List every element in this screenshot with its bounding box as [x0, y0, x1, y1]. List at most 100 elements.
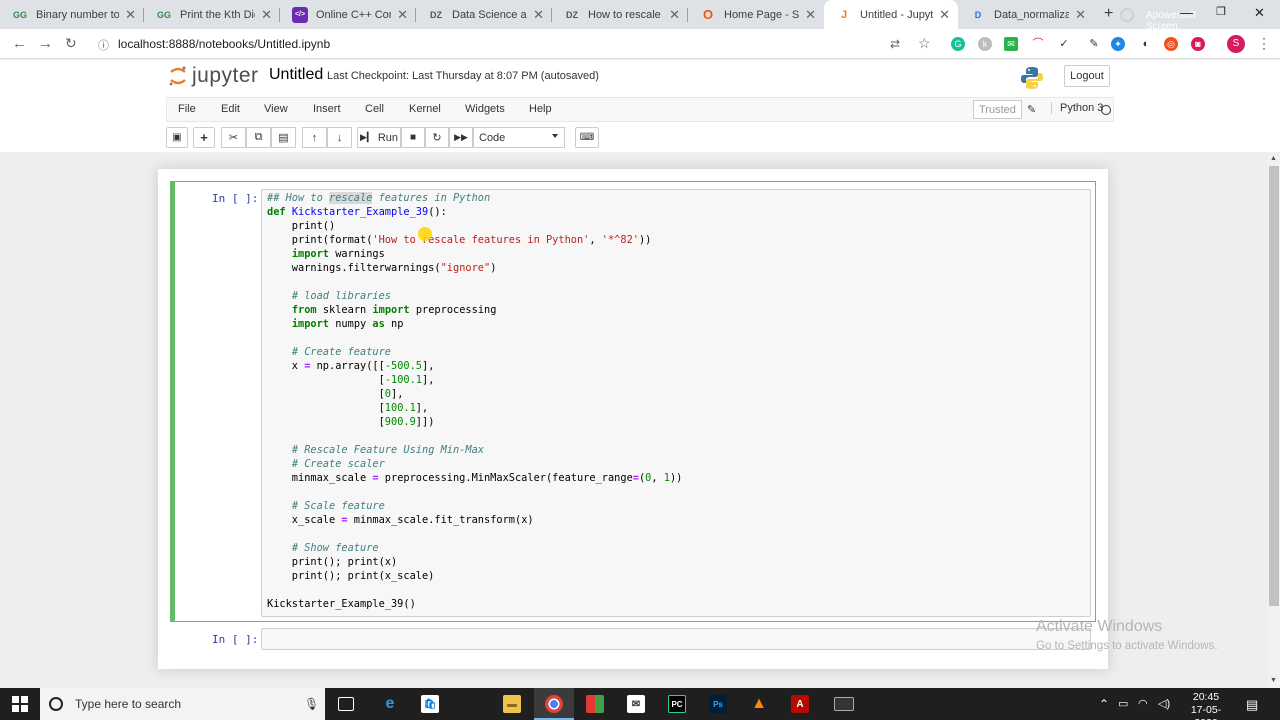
trusted-indicator[interactable]: Trusted [973, 100, 1022, 119]
menu-help[interactable]: Help [529, 103, 552, 115]
close-tab-icon[interactable]: ✕ [533, 7, 544, 23]
extension-icon[interactable]: ◐ [1139, 37, 1153, 51]
code-line[interactable] [267, 331, 682, 345]
code-line[interactable]: def Kickstarter_Example_39(): [267, 205, 682, 219]
code-line[interactable]: print(format('How to rescale features in… [267, 233, 682, 247]
extension-icon[interactable]: k [978, 37, 992, 51]
code-line[interactable]: from sklearn import preprocessing [267, 303, 682, 317]
code-line[interactable]: warnings.filterwarnings("ignore") [267, 261, 682, 275]
back-icon[interactable]: ← [12, 35, 27, 52]
close-tab-icon[interactable]: ✕ [805, 7, 816, 23]
maximize-icon[interactable]: ❐ [1216, 5, 1226, 18]
restart-button[interactable]: ↻ [425, 127, 449, 148]
code-line[interactable] [267, 583, 682, 597]
menu-cell[interactable]: Cell [365, 103, 384, 115]
app-icon[interactable] [586, 695, 604, 713]
code-line[interactable] [267, 275, 682, 289]
code-line[interactable]: ## How to rescale features in Python [267, 191, 682, 205]
restart-run-all-button[interactable]: ▶▶ [449, 127, 473, 148]
extension-icon[interactable]: ⌒ [1031, 37, 1045, 51]
browser-tab[interactable]: DZ Data Science and M ✕ [416, 0, 552, 29]
run-button[interactable]: ▶▎ Run [357, 127, 401, 148]
extension-icon[interactable]: ✦ [1111, 37, 1125, 51]
browser-tab[interactable]: D Data_normalization ✕ [958, 0, 1094, 29]
logout-button[interactable]: Logout [1064, 65, 1110, 87]
tray-chevron-up-icon[interactable]: ⌃ [1099, 697, 1109, 711]
url-field[interactable]: localhost:8888/notebooks/Untitled.ipynb [118, 37, 330, 51]
profile-avatar[interactable]: S [1227, 35, 1245, 53]
browser-tab[interactable]: GG Print the Kth Digit ✕ [144, 0, 280, 29]
scrollbar-thumb[interactable] [1269, 166, 1279, 606]
close-tab-icon[interactable]: ✕ [669, 7, 680, 23]
code-line[interactable]: # load libraries [267, 289, 682, 303]
instagram-icon[interactable]: ◙ [1191, 37, 1205, 51]
close-window-icon[interactable]: ✕ [1254, 5, 1265, 21]
battery-icon[interactable]: ▭ [1118, 697, 1128, 710]
code-line[interactable]: print(); print(x) [267, 555, 682, 569]
site-info-icon[interactable]: ⓘ [98, 37, 109, 53]
minimize-icon[interactable]: — [1180, 5, 1193, 20]
close-tab-icon[interactable]: ✕ [397, 7, 408, 23]
edit-pencil-icon[interactable]: ✎ [1027, 103, 1036, 116]
empty-code-editor[interactable] [261, 628, 1091, 650]
browser-tab[interactable]: GG Binary number to c ✕ [0, 0, 144, 29]
grammarly-icon[interactable]: G [951, 37, 965, 51]
code-content[interactable]: ## How to rescale features in Python def … [267, 191, 682, 611]
scroll-down-icon[interactable]: ▼ [1270, 677, 1277, 684]
close-tab-icon[interactable]: ✕ [939, 7, 950, 23]
file-explorer-icon[interactable]: ▬ [503, 695, 521, 713]
code-line[interactable]: # Rescale Feature Using Min-Max [267, 443, 682, 457]
jupyter-logo[interactable]: jupyter [168, 64, 259, 88]
extension-icon[interactable]: ✎ [1087, 37, 1101, 51]
microphone-icon[interactable]: 🎙 [304, 697, 319, 711]
terminal-icon[interactable] [834, 697, 854, 711]
insert-cell-button[interactable]: + [193, 127, 215, 148]
browser-tab[interactable]: DZ How to rescale fea ✕ [552, 0, 688, 29]
menu-widgets[interactable]: Widgets [465, 103, 505, 115]
code-line[interactable]: [0], [267, 387, 682, 401]
interrupt-button[interactable]: ■ [401, 127, 425, 148]
browser-tab-active[interactable]: J Untitled - Jupyter N ✕ [824, 0, 958, 29]
reload-icon[interactable]: ↻ [65, 35, 77, 52]
acrobat-icon[interactable]: A [791, 695, 809, 713]
copy-button[interactable]: ⧉ [246, 127, 271, 148]
network-icon[interactable]: ◠ [1138, 697, 1148, 710]
cut-button[interactable]: ✂ [221, 127, 246, 148]
code-line[interactable]: minmax_scale = preprocessing.MinMaxScale… [267, 471, 683, 485]
code-line[interactable]: [900.9]]) [267, 415, 682, 429]
task-view-icon[interactable] [338, 697, 354, 711]
notebook-title[interactable]: Untitled [269, 66, 323, 84]
menu-insert[interactable]: Insert [313, 103, 341, 115]
code-line[interactable]: # Create feature [267, 345, 682, 359]
code-line[interactable]: [-100.1], [267, 373, 682, 387]
chrome-icon[interactable] [545, 695, 563, 713]
close-tab-icon[interactable]: ✕ [1075, 7, 1086, 23]
taskbar-clock[interactable]: 20:45 17-05-2020 [1182, 691, 1230, 720]
checkmark-icon[interactable]: ✓ [1057, 37, 1071, 51]
bookmark-star-icon[interactable]: ☆ [918, 35, 931, 52]
menu-edit[interactable]: Edit [221, 103, 240, 115]
extension-icon[interactable]: ✉ [1004, 37, 1018, 51]
code-line[interactable]: # Create scaler [267, 457, 682, 471]
browser-tab[interactable]: O Home Page - Selec ✕ [688, 0, 824, 29]
code-line[interactable]: print() [267, 219, 682, 233]
code-line[interactable]: # Show feature [267, 541, 682, 555]
scroll-up-icon[interactable]: ▲ [1270, 155, 1277, 162]
code-line[interactable]: import numpy as np [267, 317, 682, 331]
pycharm-icon[interactable]: PC [668, 695, 686, 713]
move-up-button[interactable]: ↑ [302, 127, 327, 148]
menu-view[interactable]: View [264, 103, 288, 115]
code-line[interactable]: x = np.array([[-500.5], [267, 359, 682, 373]
browser-tab[interactable]: </> Online C++ Comp ✕ [280, 0, 416, 29]
code-line[interactable]: print(); print(x_scale) [267, 569, 682, 583]
move-down-button[interactable]: ↓ [327, 127, 352, 148]
mail-icon[interactable]: ✉ [627, 695, 645, 713]
code-line[interactable] [267, 527, 682, 541]
code-line[interactable]: # Scale feature [267, 499, 682, 513]
volume-icon[interactable]: ◁) [1158, 697, 1170, 710]
windows-start-icon[interactable] [12, 696, 28, 712]
notification-icon[interactable]: ▤ [1246, 697, 1258, 713]
extension-icon[interactable]: ◎ [1164, 37, 1178, 51]
code-line[interactable]: x_scale = minmax_scale.fit_transform(x) [267, 513, 682, 527]
save-button[interactable]: ▣ [166, 127, 188, 148]
